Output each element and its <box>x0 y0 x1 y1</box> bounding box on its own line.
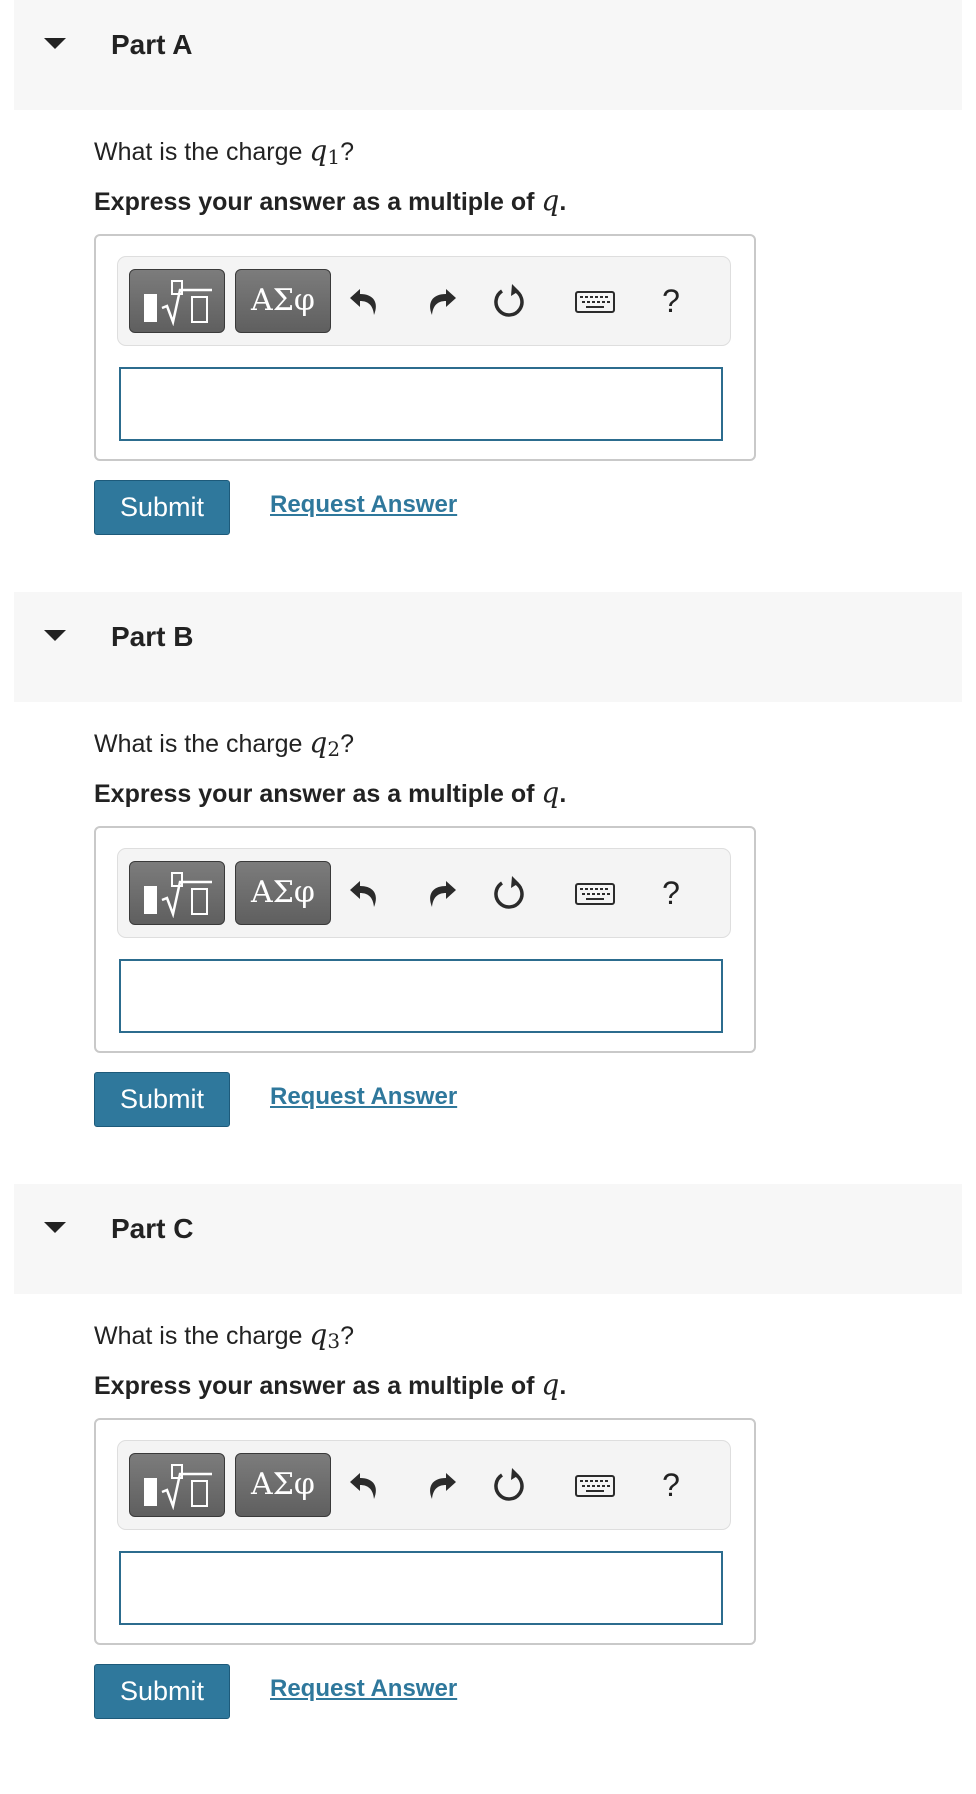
part-body: What is the charge q1? Express your answ… <box>0 110 976 592</box>
instruction-suffix: . <box>559 1372 567 1400</box>
part-body: What is the charge q2? Express your answ… <box>0 702 976 1184</box>
part-header[interactable]: Part A <box>14 0 962 110</box>
charge-variable-letter: q <box>309 134 328 167</box>
charge-variable: q3 <box>309 1318 341 1353</box>
symbols-button[interactable]: ΑΣφ <box>235 269 331 333</box>
instruction-prefix: Express your answer as a multiple of <box>94 188 535 216</box>
caret-down-icon[interactable] <box>44 38 66 49</box>
charge-variable-subscript: 3 <box>327 1329 341 1353</box>
question-suffix: ? <box>340 138 354 166</box>
instruction-prefix: Express your answer as a multiple of <box>94 1372 535 1400</box>
keyboard-icon[interactable] <box>574 873 616 913</box>
answer-box: ΑΣφ ? <box>94 826 756 1053</box>
math-templates-icon <box>144 280 212 326</box>
part-header[interactable]: Part B <box>14 592 962 702</box>
keyboard-icon[interactable] <box>574 281 616 321</box>
instruction-suffix: . <box>559 188 567 216</box>
submit-button[interactable]: Submit <box>94 480 230 535</box>
question-prefix: What is the charge <box>94 730 303 758</box>
redo-icon[interactable] <box>420 281 460 321</box>
math-toolbar: ΑΣφ ? <box>117 1440 731 1530</box>
templates-button[interactable] <box>129 861 225 925</box>
question-prefix: What is the charge <box>94 1322 303 1350</box>
instruction-variable: q <box>541 184 560 217</box>
question-text: What is the charge q3? <box>94 1318 354 1353</box>
charge-variable: q2 <box>309 726 341 761</box>
reset-icon[interactable] <box>490 1465 530 1505</box>
part-title: Part A <box>111 29 193 60</box>
reset-icon[interactable] <box>490 873 530 913</box>
charge-variable-subscript: 2 <box>327 737 341 761</box>
caret-down-icon[interactable] <box>44 630 66 641</box>
help-button[interactable]: ? <box>656 873 686 913</box>
reset-icon[interactable] <box>490 281 530 321</box>
question-text: What is the charge q2? <box>94 726 354 761</box>
charge-variable-subscript: 1 <box>327 145 341 169</box>
charge-variable-letter: q <box>309 1318 328 1351</box>
redo-icon[interactable] <box>420 1465 460 1505</box>
instruction-variable: q <box>541 776 560 809</box>
submit-button[interactable]: Submit <box>94 1072 230 1127</box>
charge-variable: q1 <box>309 134 341 169</box>
help-button[interactable]: ? <box>656 1465 686 1505</box>
question-parts: Part A What is the charge q1? Express yo… <box>0 0 976 1776</box>
part-title: Part B <box>111 621 194 652</box>
symbols-button[interactable]: ΑΣφ <box>235 1453 331 1517</box>
redo-icon[interactable] <box>420 873 460 913</box>
request-answer-link[interactable]: Request Answer <box>270 1675 457 1703</box>
question-suffix: ? <box>340 730 354 758</box>
templates-button[interactable] <box>129 1453 225 1517</box>
math-toolbar: ΑΣφ ? <box>117 848 731 938</box>
answer-input[interactable] <box>119 1551 723 1625</box>
caret-down-icon[interactable] <box>44 1222 66 1233</box>
request-answer-link[interactable]: Request Answer <box>270 491 457 519</box>
templates-button[interactable] <box>129 269 225 333</box>
instruction-text: Express your answer as a multiple of q. <box>94 1368 566 1401</box>
instruction-variable: q <box>541 1368 560 1401</box>
help-button[interactable]: ? <box>656 281 686 321</box>
part-header[interactable]: Part C <box>14 1184 962 1294</box>
undo-icon[interactable] <box>346 281 386 321</box>
question-prefix: What is the charge <box>94 138 303 166</box>
math-templates-icon <box>144 1464 212 1510</box>
answer-input[interactable] <box>119 959 723 1033</box>
question-suffix: ? <box>340 1322 354 1350</box>
answer-input[interactable] <box>119 367 723 441</box>
symbols-button[interactable]: ΑΣφ <box>235 861 331 925</box>
part-title: Part C <box>111 1213 194 1244</box>
request-answer-link[interactable]: Request Answer <box>270 1083 457 1111</box>
math-toolbar: ΑΣφ ? <box>117 256 731 346</box>
undo-icon[interactable] <box>346 873 386 913</box>
keyboard-icon[interactable] <box>574 1465 616 1505</box>
instruction-suffix: . <box>559 780 567 808</box>
part-section: Part C What is the charge q3? Express yo… <box>0 1184 976 1776</box>
instruction-text: Express your answer as a multiple of q. <box>94 776 566 809</box>
question-text: What is the charge q1? <box>94 134 354 169</box>
answer-box: ΑΣφ ? <box>94 234 756 461</box>
submit-button[interactable]: Submit <box>94 1664 230 1719</box>
undo-icon[interactable] <box>346 1465 386 1505</box>
instruction-text: Express your answer as a multiple of q. <box>94 184 566 217</box>
charge-variable-letter: q <box>309 726 328 759</box>
math-templates-icon <box>144 872 212 918</box>
part-section: Part B What is the charge q2? Express yo… <box>0 592 976 1184</box>
part-section: Part A What is the charge q1? Express yo… <box>0 0 976 592</box>
instruction-prefix: Express your answer as a multiple of <box>94 780 535 808</box>
part-body: What is the charge q3? Express your answ… <box>0 1294 976 1776</box>
answer-box: ΑΣφ ? <box>94 1418 756 1645</box>
